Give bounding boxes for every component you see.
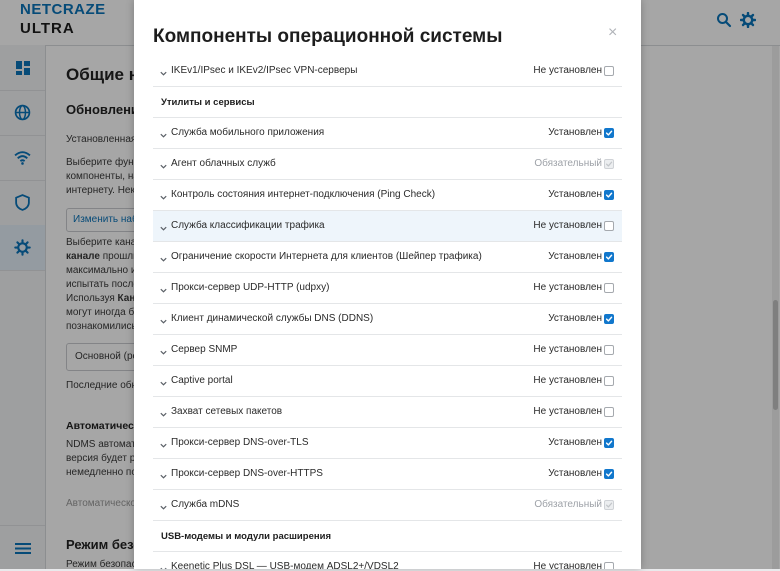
component-status: Обязательный (534, 499, 602, 510)
chevron-down-icon[interactable] (159, 282, 168, 293)
component-row[interactable]: Keenetic Plus DSL — USB-модем ADSL2+/VDS… (153, 552, 622, 569)
chevron-down-icon[interactable] (159, 189, 168, 200)
component-name: Прокси-сервер DNS-over-TLS (171, 437, 309, 448)
component-checkbox[interactable] (604, 469, 614, 479)
components-dialog: Компоненты операционной системы × IKEv1/… (134, 0, 641, 569)
component-row[interactable]: Служба мобильного приложения Установлен (153, 118, 622, 149)
component-name: Клиент динамической службы DNS (DDNS) (171, 313, 374, 324)
component-checkbox[interactable] (604, 345, 614, 355)
component-name: Агент облачных служб (171, 158, 276, 169)
component-checkbox (604, 159, 614, 169)
component-status: Установлен (548, 437, 602, 448)
component-row[interactable]: Агент облачных служб Обязательный (153, 149, 622, 180)
component-name: Captive portal (171, 375, 233, 386)
component-name: Keenetic Plus DSL — USB-модем ADSL2+/VDS… (171, 561, 399, 569)
chevron-down-icon[interactable] (159, 375, 168, 386)
component-name: Прокси-сервер UDP-HTTP (udpxy) (171, 282, 330, 293)
component-checkbox[interactable] (604, 283, 614, 293)
component-row[interactable]: Прокси-сервер UDP-HTTP (udpxy) Не установ… (153, 273, 622, 304)
chevron-down-icon[interactable] (159, 499, 168, 510)
component-row[interactable]: Клиент динамической службы DNS (DDNS) Уст… (153, 304, 622, 335)
component-name: Сервер SNMP (171, 344, 238, 355)
component-checkbox[interactable] (604, 376, 614, 386)
section-title: USB-модемы и модули расширения (161, 531, 331, 542)
component-checkbox[interactable] (604, 221, 614, 231)
chevron-down-icon[interactable] (159, 158, 168, 169)
component-status: Установлен (548, 313, 602, 324)
component-checkbox[interactable] (604, 438, 614, 448)
component-status: Не установлен (533, 406, 602, 417)
component-checkbox[interactable] (604, 407, 614, 417)
component-name: Служба мобильного приложения (171, 127, 325, 138)
component-status: Не установлен (533, 561, 602, 569)
component-row[interactable]: Прокси-сервер DNS-over-HTTPS Установлен (153, 459, 622, 490)
component-name: Захват сетевых пакетов (171, 406, 283, 417)
component-row[interactable]: Служба mDNS Обязательный (153, 490, 622, 521)
component-status: Установлен (548, 468, 602, 479)
chevron-down-icon[interactable] (159, 313, 168, 324)
component-status: Не установлен (533, 65, 602, 76)
component-checkbox (604, 500, 614, 510)
component-row[interactable]: IKEv1/IPsec и IKEv2/IPsec VPN-серверы Не … (153, 56, 622, 87)
component-status: Не установлен (533, 220, 602, 231)
close-icon[interactable]: × (608, 24, 617, 42)
component-checkbox[interactable] (604, 562, 614, 569)
chevron-down-icon[interactable] (159, 406, 168, 417)
component-name: Ограничение скорости Интернета для клиен… (171, 251, 482, 262)
component-name: Прокси-сервер DNS-over-HTTPS (171, 468, 323, 479)
component-name: Служба классификации трафика (171, 220, 325, 231)
component-row[interactable]: Захват сетевых пакетов Не установлен (153, 397, 622, 428)
component-status: Установлен (548, 251, 602, 262)
component-checkbox[interactable] (604, 128, 614, 138)
component-name: Служба mDNS (171, 499, 240, 510)
section-header: USB-модемы и модули расширения (153, 521, 622, 552)
chevron-down-icon[interactable] (159, 561, 168, 569)
component-checkbox[interactable] (604, 190, 614, 200)
section-header: Утилиты и сервисы (153, 87, 622, 118)
chevron-down-icon[interactable] (159, 251, 168, 262)
component-row[interactable]: Служба классификации трафика Не установле… (153, 211, 622, 242)
components-list: IKEv1/IPsec и IKEv2/IPsec VPN-серверы Не … (153, 56, 622, 569)
component-row[interactable]: Контроль состояния интернет-подключения … (153, 180, 622, 211)
chevron-down-icon[interactable] (159, 344, 168, 355)
component-status: Не установлен (533, 344, 602, 355)
component-status: Установлен (548, 127, 602, 138)
chevron-down-icon[interactable] (159, 220, 168, 231)
component-name: IKEv1/IPsec и IKEv2/IPsec VPN-серверы (171, 65, 358, 76)
component-row[interactable]: Ограничение скорости Интернета для клиен… (153, 242, 622, 273)
chevron-down-icon[interactable] (159, 127, 168, 138)
component-checkbox[interactable] (604, 314, 614, 324)
component-checkbox[interactable] (604, 252, 614, 262)
component-status: Не установлен (533, 282, 602, 293)
component-row[interactable]: Captive portal Не установлен (153, 366, 622, 397)
dialog-title: Компоненты операционной системы (153, 26, 503, 47)
component-checkbox[interactable] (604, 66, 614, 76)
component-status: Не установлен (533, 375, 602, 386)
component-row[interactable]: Прокси-сервер DNS-over-TLS Установлен (153, 428, 622, 459)
component-status: Установлен (548, 189, 602, 200)
chevron-down-icon[interactable] (159, 437, 168, 448)
component-row[interactable]: Сервер SNMP Не установлен (153, 335, 622, 366)
component-name: Контроль состояния интернет-подключения … (171, 189, 436, 200)
component-status: Обязательный (534, 158, 602, 169)
section-title: Утилиты и сервисы (161, 97, 255, 108)
chevron-down-icon[interactable] (159, 468, 168, 479)
chevron-down-icon[interactable] (159, 65, 168, 76)
